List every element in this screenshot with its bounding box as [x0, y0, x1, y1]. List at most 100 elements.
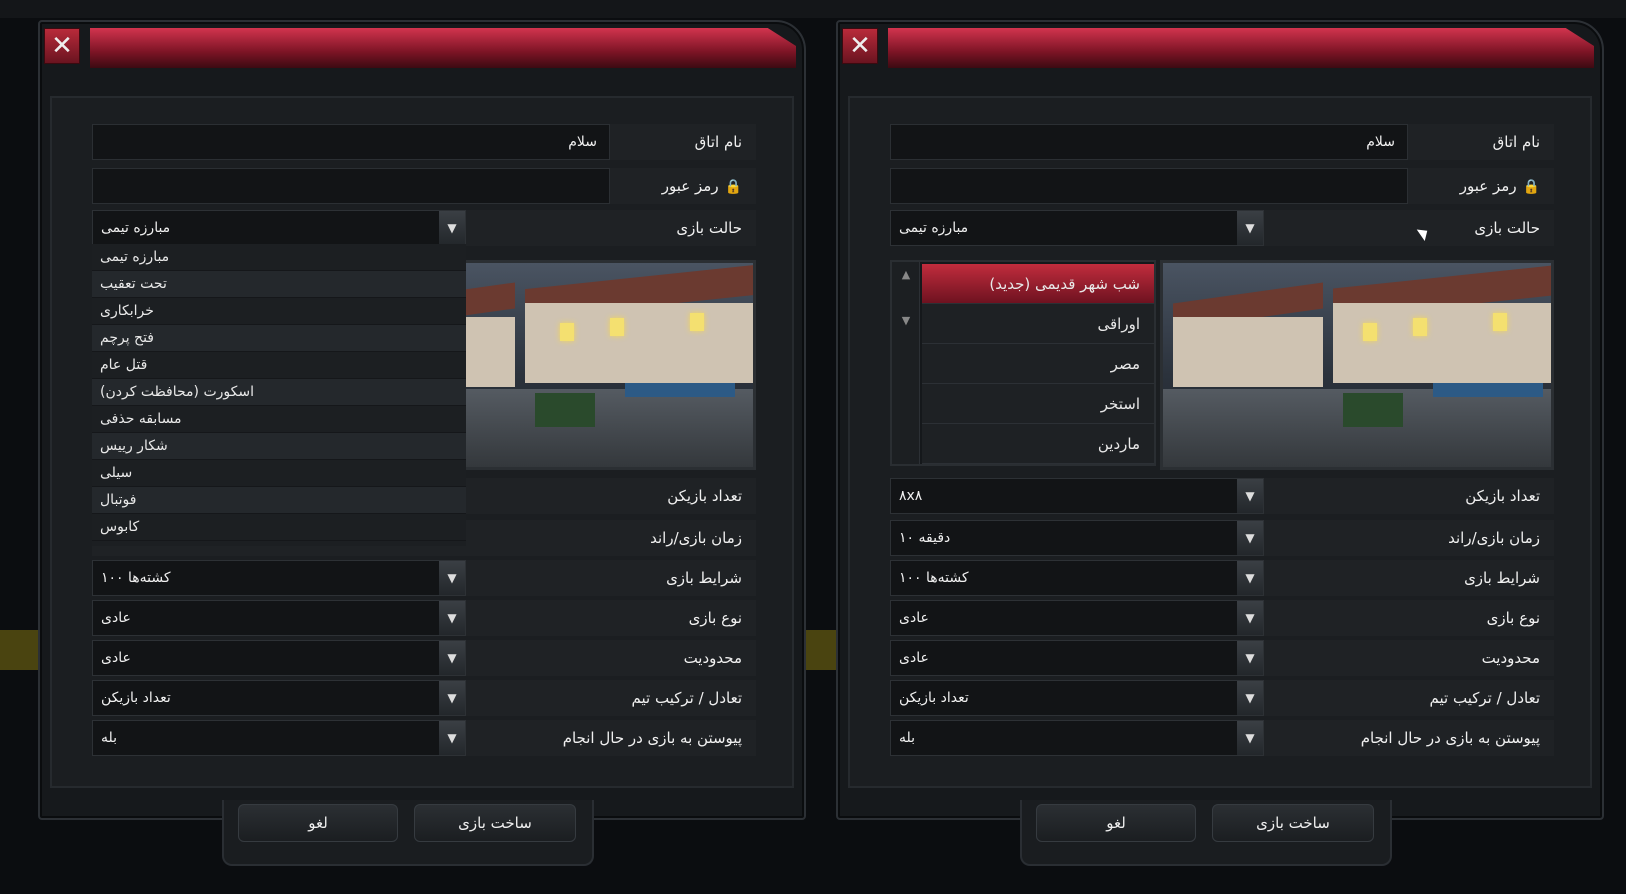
background-top-strip	[0, 0, 1626, 18]
game-mode-dropdown-list: مبارزه تیمی تحت تعقیب خرابکاری فتح پرچم …	[92, 244, 466, 546]
balance-row: تعداد بازیکن ▼ تعادل / ترکیب تیم	[92, 680, 756, 716]
balance-select[interactable]: تعداد بازیکن ▼	[92, 680, 466, 716]
conditions-row: کشته‌ها ۱۰۰ ▼ شرایط بازی	[890, 560, 1554, 596]
close-button[interactable]: ✕	[842, 28, 878, 64]
balance-select[interactable]: تعداد بازیکن ▼	[890, 680, 1264, 716]
room-name-label: نام اتاق	[694, 133, 742, 151]
limit-select[interactable]: عادی ▼	[92, 640, 466, 676]
limit-select[interactable]: عادی ▼	[890, 640, 1264, 676]
type-label: نوع بازی	[688, 609, 742, 627]
lock-icon: 🔒	[1522, 179, 1540, 195]
map-item[interactable]: ماردین	[922, 424, 1154, 464]
chevron-down-icon[interactable]: ▼	[439, 641, 465, 675]
game-mode-select[interactable]: مبارزه تیمی ▼	[92, 210, 466, 246]
type-select[interactable]: عادی ▼	[92, 600, 466, 636]
close-icon: ✕	[51, 31, 73, 61]
room-name-input[interactable]: سلام	[890, 124, 1408, 160]
limit-row: عادی ▼ محدودیت	[890, 640, 1554, 676]
background-highlight	[0, 630, 40, 670]
game-mode-label: حالت بازی	[1474, 219, 1540, 237]
password-row: 🔒 رمز عبور	[890, 168, 1554, 204]
mode-option[interactable]: اسکورت (محافظت کردن)	[92, 379, 466, 406]
close-button[interactable]: ✕	[44, 28, 80, 64]
game-mode-select[interactable]: مبارزه تیمی ▼	[890, 210, 1264, 246]
create-game-button[interactable]: ساخت بازی	[414, 804, 576, 842]
mode-option[interactable]: مبارزه تیمی	[92, 244, 466, 271]
limit-row: عادی ▼ محدودیت	[92, 640, 756, 676]
players-select[interactable]: ۸x۸ ▼	[890, 478, 1264, 514]
chevron-down-icon[interactable]: ▼	[439, 211, 465, 245]
type-select[interactable]: عادی ▼	[890, 600, 1264, 636]
mode-option[interactable]: سیلی	[92, 460, 466, 487]
time-row: ۱۰ دقیقه ▼ زمان بازی/راند	[890, 520, 1554, 556]
chevron-down-icon[interactable]: ▼	[439, 721, 465, 755]
dialog-body: سلام نام اتاق 🔒 رمز عبور مبارزه تیمی ▼ حال…	[848, 96, 1592, 788]
chevron-down-icon[interactable]: ▼	[1237, 721, 1263, 755]
join-select[interactable]: بله ▼	[92, 720, 466, 756]
time-select[interactable]: ۱۰ دقیقه ▼	[890, 520, 1264, 556]
dialog-title-bar	[90, 28, 796, 68]
time-label: زمان بازی/راند	[650, 529, 742, 547]
create-room-dialog-left: ✕ سلام نام اتاق 🔒رمز عبور مبارزه تیمی ▼ ح…	[38, 20, 806, 894]
password-label: رمز عبور	[1459, 177, 1517, 195]
chevron-down-icon[interactable]: ▼	[439, 601, 465, 635]
mode-option[interactable]: فتح پرچم	[92, 325, 466, 352]
players-label: تعداد بازیکن	[667, 487, 742, 505]
room-name-input[interactable]: سلام	[92, 124, 610, 160]
mode-option[interactable]: شکار رییس	[92, 433, 466, 460]
cancel-button[interactable]: لغو	[238, 804, 398, 842]
mode-option[interactable]: فوتبال	[92, 487, 466, 514]
password-label: رمز عبور	[661, 177, 719, 195]
create-game-button[interactable]: ساخت بازی	[1212, 804, 1374, 842]
mode-option[interactable]: تحت تعقیب	[92, 271, 466, 298]
map-preview-image	[1160, 260, 1554, 470]
type-label: نوع بازی	[1486, 609, 1540, 627]
password-row: 🔒 رمز عبور	[92, 168, 756, 204]
players-row: ۸x۸ ▼ تعداد بازیکن	[890, 478, 1554, 514]
map-item[interactable]: شب شهر قدیمی (جدید)	[922, 264, 1154, 304]
join-row: بله ▼ پیوستن به بازی در حال انجام	[92, 720, 756, 756]
map-item[interactable]: استخر	[922, 384, 1154, 424]
password-input[interactable]	[890, 168, 1408, 204]
chevron-down-icon[interactable]: ▼	[1237, 681, 1263, 715]
dialog-body: سلام نام اتاق 🔒رمز عبور مبارزه تیمی ▼ حال…	[50, 96, 794, 788]
password-input[interactable]	[92, 168, 610, 204]
mode-option[interactable]: مسابقه حذفی	[92, 406, 466, 433]
conditions-select[interactable]: کشته‌ها ۱۰۰ ▼	[92, 560, 466, 596]
chevron-down-icon[interactable]: ▼	[1237, 601, 1263, 635]
mode-option[interactable]: خرابکاری	[92, 298, 466, 325]
join-select[interactable]: بله ▼	[890, 720, 1264, 756]
dialog-title-bar	[888, 28, 1594, 68]
chevron-down-icon[interactable]: ▼	[439, 681, 465, 715]
limit-label: محدودیت	[683, 649, 742, 667]
chevron-down-icon[interactable]: ▼	[439, 561, 465, 595]
chevron-down-icon[interactable]: ▼	[1237, 641, 1263, 675]
game-mode-label: حالت بازی	[676, 219, 742, 237]
chevron-down-icon[interactable]: ▼	[1237, 479, 1263, 513]
balance-row: تعداد بازیکن ▼ تعادل / ترکیب تیم	[890, 680, 1554, 716]
room-name-label: نام اتاق	[1492, 133, 1540, 151]
create-room-dialog-right: ✕ سلام نام اتاق 🔒 رمز عبور مبارزه تیمی ▼ ح…	[836, 20, 1604, 894]
chevron-down-icon[interactable]: ▼	[1237, 561, 1263, 595]
arrow-up-icon[interactable]: ▲	[898, 268, 914, 284]
join-label: پیوستن به بازی در حال انجام	[1360, 729, 1540, 747]
time-label: زمان بازی/راند	[1448, 529, 1540, 547]
chevron-down-icon[interactable]: ▼	[1237, 521, 1263, 555]
dialog-button-bar: لغو ساخت بازی	[1020, 800, 1392, 866]
conditions-row: کشته‌ها ۱۰۰ ▼ شرایط بازی	[92, 560, 756, 596]
mode-option[interactable]: قتل عام	[92, 352, 466, 379]
map-list-scrollbar[interactable]: ▲ ▼	[892, 262, 920, 464]
map-item[interactable]: مصر	[922, 344, 1154, 384]
cancel-button[interactable]: لغو	[1036, 804, 1196, 842]
conditions-select[interactable]: کشته‌ها ۱۰۰ ▼	[890, 560, 1264, 596]
balance-label: تعادل / ترکیب تیم	[1429, 689, 1540, 707]
close-icon: ✕	[849, 31, 871, 61]
chevron-down-icon[interactable]: ▼	[1237, 211, 1263, 245]
mode-option[interactable]: کابوس	[92, 514, 466, 541]
type-row: عادی ▼ نوع بازی	[890, 600, 1554, 636]
join-label: پیوستن به بازی در حال انجام	[562, 729, 742, 747]
limit-label: محدودیت	[1481, 649, 1540, 667]
map-item[interactable]: اوراقی	[922, 304, 1154, 344]
conditions-label: شرایط بازی	[1464, 569, 1540, 587]
arrow-down-icon[interactable]: ▼	[898, 314, 914, 330]
